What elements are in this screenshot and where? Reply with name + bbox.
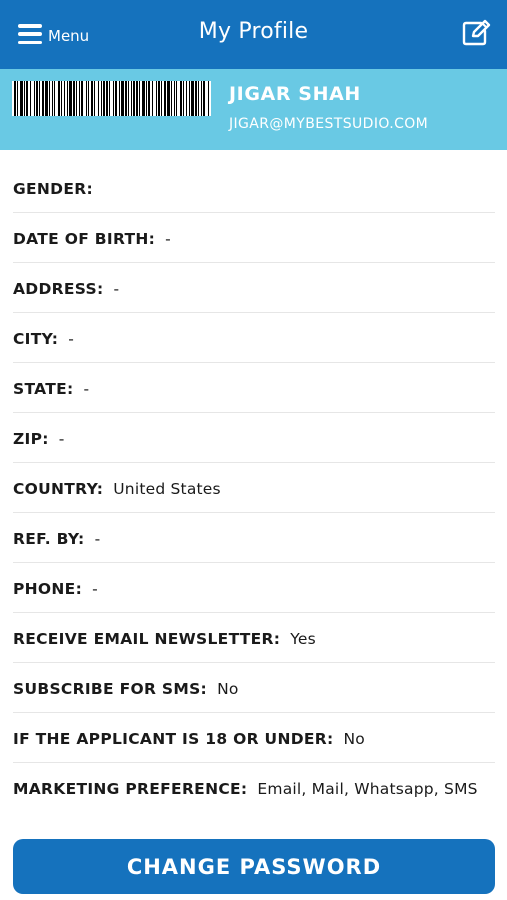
field-row-gender: GENDER: bbox=[13, 163, 495, 213]
field-value: - bbox=[113, 280, 120, 298]
field-row-sms-subscription: SUBSCRIBE FOR SMS: No bbox=[13, 663, 495, 713]
field-value: - bbox=[58, 430, 65, 448]
field-value: United States bbox=[113, 480, 221, 498]
field-label: IF THE APPLICANT IS 18 OR UNDER: bbox=[13, 730, 334, 748]
field-value: - bbox=[94, 530, 101, 548]
field-row-applicant-minor: IF THE APPLICANT IS 18 OR UNDER: No bbox=[13, 713, 495, 763]
edit-icon bbox=[462, 19, 491, 46]
field-value: No bbox=[343, 730, 365, 748]
field-value: - bbox=[165, 230, 171, 248]
page-title: My Profile bbox=[198, 19, 309, 44]
field-row-marketing-preference: MARKETING PREFERENCE: Email, Mail, Whatsa… bbox=[13, 763, 495, 833]
field-value: Email, Mail, Whatsapp, SMS bbox=[257, 780, 478, 798]
edit-profile-button[interactable] bbox=[461, 19, 491, 47]
member-barcode bbox=[12, 81, 211, 116]
field-label: ZIP: bbox=[13, 430, 49, 448]
field-row-city: CITY: - bbox=[13, 313, 495, 363]
change-password-button[interactable]: CHANGE PASSWORD bbox=[13, 839, 495, 894]
field-label: REF. BY: bbox=[13, 530, 85, 548]
field-label: COUNTRY: bbox=[13, 480, 104, 498]
field-row-address: ADDRESS: - bbox=[13, 263, 495, 313]
field-value: - bbox=[68, 330, 75, 348]
field-label: DATE OF BIRTH: bbox=[13, 230, 156, 248]
field-label: GENDER: bbox=[13, 180, 93, 198]
field-row-date-of-birth: DATE OF BIRTH: - bbox=[13, 213, 495, 263]
field-row-country: COUNTRY: United States bbox=[13, 463, 495, 513]
field-label: CITY: bbox=[13, 330, 59, 348]
field-value: Yes bbox=[290, 630, 316, 648]
field-row-zip: ZIP: - bbox=[13, 413, 495, 463]
top-app-bar: Menu My Profile bbox=[0, 0, 507, 69]
field-row-email-newsletter: RECEIVE EMAIL NEWSLETTER: Yes bbox=[13, 613, 495, 663]
field-label: SUBSCRIBE FOR SMS: bbox=[13, 680, 208, 698]
field-row-state: STATE: - bbox=[13, 363, 495, 413]
profile-header: JIGAR SHAH JIGAR@MYBESTSUDIO.COM bbox=[0, 69, 507, 150]
field-label: PHONE: bbox=[13, 580, 83, 598]
field-label: MARKETING PREFERENCE: bbox=[13, 780, 248, 798]
field-value: No bbox=[217, 680, 239, 698]
profile-details-list: GENDER: DATE OF BIRTH: - ADDRESS: - CITY: -… bbox=[0, 163, 507, 833]
field-row-phone: PHONE: - bbox=[13, 563, 495, 613]
user-name: JIGAR SHAH bbox=[229, 83, 361, 105]
field-label: ADDRESS: bbox=[13, 280, 104, 298]
field-row-ref-by: REF. BY: - bbox=[13, 513, 495, 563]
user-email: JIGAR@MYBESTSUDIO.COM bbox=[229, 116, 429, 132]
field-label: RECEIVE EMAIL NEWSLETTER: bbox=[13, 630, 281, 648]
field-label: STATE: bbox=[13, 380, 74, 398]
field-value: - bbox=[83, 380, 90, 398]
field-value: - bbox=[92, 580, 98, 598]
